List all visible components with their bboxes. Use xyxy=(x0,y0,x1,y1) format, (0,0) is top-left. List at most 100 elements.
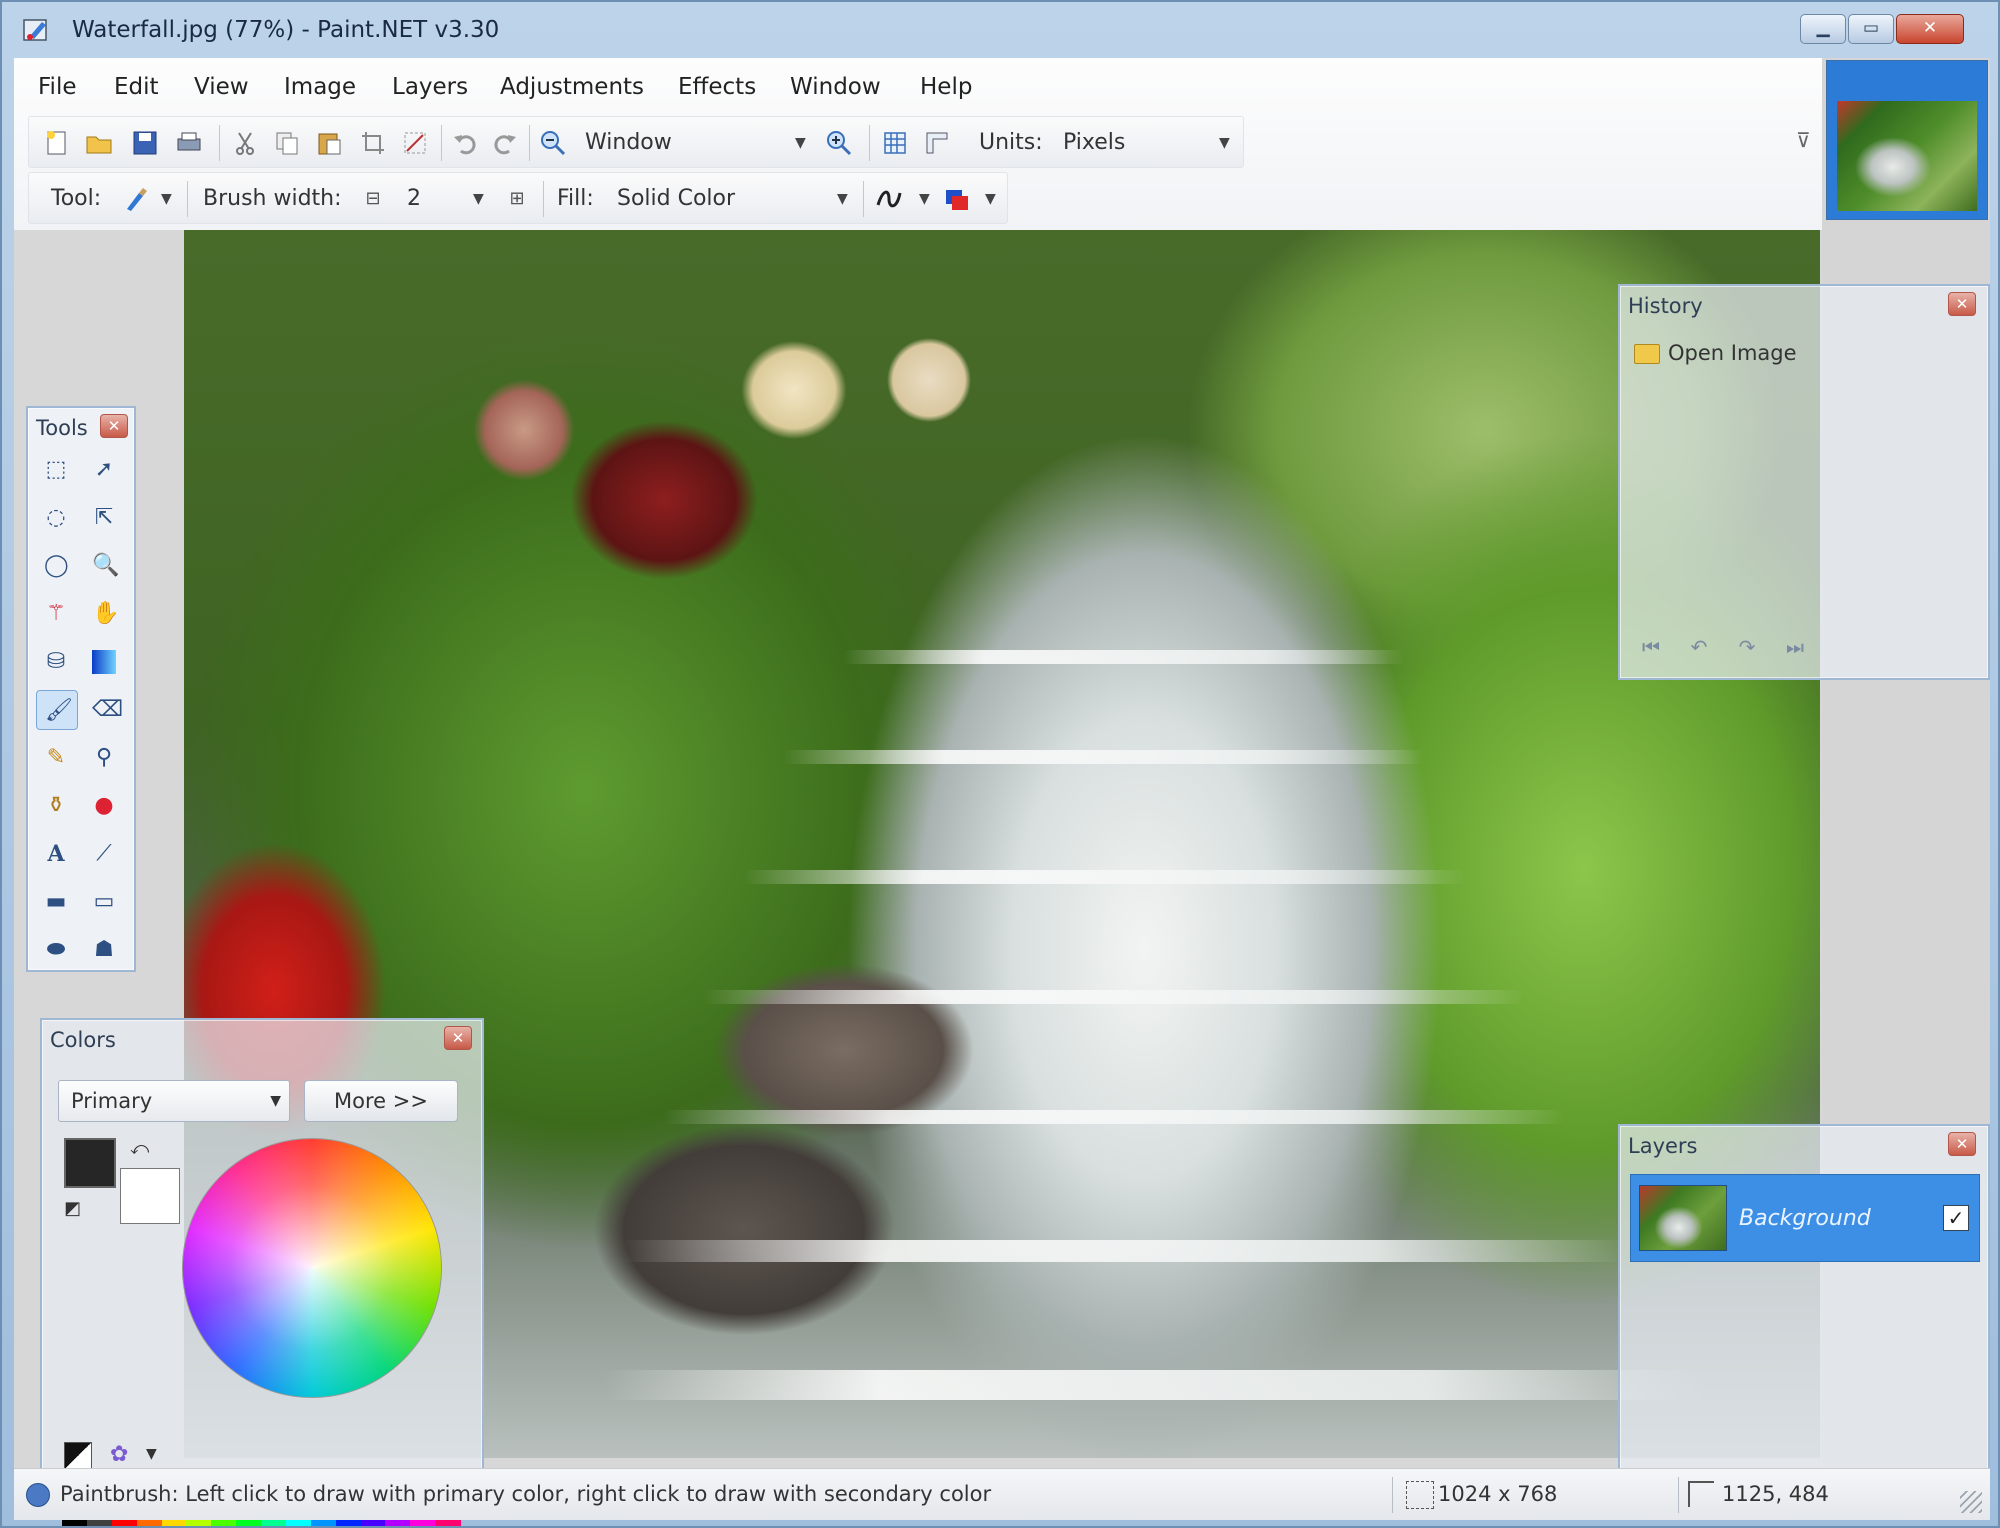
more-colors-button[interactable]: More >> xyxy=(304,1080,458,1122)
fill-select[interactable]: Solid Color xyxy=(617,183,735,215)
palette-menu-icon[interactable]: ✿ xyxy=(110,1442,140,1470)
move-selected-tool[interactable]: ➚ xyxy=(84,450,126,490)
redo-icon[interactable] xyxy=(491,129,519,157)
save-icon[interactable] xyxy=(131,129,159,157)
text-icon: A xyxy=(47,841,65,867)
layer-item[interactable]: Background ✓ xyxy=(1630,1174,1980,1262)
brush-width-input[interactable]: 2 xyxy=(407,183,421,215)
separator xyxy=(219,125,220,161)
lasso-select-tool[interactable]: ◌ xyxy=(36,498,78,538)
increase-icon[interactable]: ⊞ xyxy=(503,185,531,213)
gradient-tool[interactable] xyxy=(84,642,126,682)
freeform-shape-tool[interactable]: ☗ xyxy=(84,930,126,970)
waterfall-highlight xyxy=(624,1240,1624,1262)
rounded-rectangle-tool[interactable]: ▭ xyxy=(84,882,126,922)
print-icon[interactable] xyxy=(175,129,203,157)
move-selection-tool[interactable]: ⇱ xyxy=(84,498,126,538)
zoom-dropdown-arrow[interactable]: ▼ xyxy=(795,129,806,157)
minimize-button[interactable]: ▁ xyxy=(1800,14,1846,44)
text-tool[interactable]: A xyxy=(36,834,78,874)
history-item[interactable]: Open Image xyxy=(1630,338,1980,370)
pencil-icon: ✎ xyxy=(46,745,66,770)
color-picker-tool[interactable]: ⚲ xyxy=(84,738,126,778)
menu-effects[interactable]: Effects xyxy=(678,70,756,104)
grid-icon[interactable] xyxy=(881,129,909,157)
menu-adjustments[interactable]: Adjustments xyxy=(500,70,644,104)
redo-icon[interactable]: ↷ xyxy=(1734,634,1760,660)
new-file-icon[interactable] xyxy=(43,129,71,157)
menu-view[interactable]: View xyxy=(194,70,249,104)
primary-color-swatch[interactable] xyxy=(64,1138,116,1188)
menu-file[interactable]: File xyxy=(38,70,77,104)
menu-help[interactable]: Help xyxy=(920,70,972,104)
zoom-in-icon[interactable] xyxy=(825,129,853,157)
recolor-tool[interactable]: ● xyxy=(84,786,126,826)
fill-dropdown-arrow[interactable]: ▼ xyxy=(837,185,848,213)
rulers-icon[interactable] xyxy=(923,129,951,157)
close-button[interactable]: ✕ xyxy=(1896,14,1964,44)
antialias-icon[interactable] xyxy=(875,185,903,213)
chevron-down-icon: ▼ xyxy=(270,1093,281,1109)
swap-colors-icon[interactable]: ⤺ xyxy=(130,1138,149,1159)
menu-layers[interactable]: Layers xyxy=(392,70,468,104)
image-thumbnail[interactable] xyxy=(1837,101,1977,211)
units-select[interactable]: Pixels xyxy=(1063,127,1125,159)
title-bar[interactable]: Waterfall.jpg (77%) - Paint.NET v3.30 ▁ … xyxy=(10,8,1994,52)
image-thumbnail-tab[interactable] xyxy=(1826,60,1988,220)
secondary-color-swatch[interactable] xyxy=(120,1168,180,1224)
menu-edit[interactable]: Edit xyxy=(114,70,159,104)
colors-close-button[interactable]: ✕ xyxy=(444,1026,472,1050)
antialias-dropdown-arrow[interactable]: ▼ xyxy=(919,185,930,213)
open-folder-icon[interactable] xyxy=(85,129,113,157)
toolbar-area: File Edit View Image Layers Adjustments … xyxy=(14,58,1822,230)
line-curve-tool[interactable]: ⟋ xyxy=(84,834,126,874)
rectangle-select-tool[interactable]: ⬚ xyxy=(36,450,78,490)
palette-default-icon[interactable] xyxy=(64,1442,92,1470)
blend-mode-icon[interactable] xyxy=(943,185,971,213)
window-title: Waterfall.jpg (77%) - Paint.NET v3.30 xyxy=(72,17,500,43)
reset-colors-icon[interactable]: ◩ xyxy=(64,1198,81,1219)
layer-visibility-checkbox[interactable]: ✓ xyxy=(1943,1205,1969,1231)
ellipse-select-tool[interactable]: ◯ xyxy=(36,546,78,586)
tools-close-button[interactable]: ✕ xyxy=(100,414,128,438)
paintbrush-icon[interactable] xyxy=(121,185,149,213)
menu-window[interactable]: Window xyxy=(790,70,881,104)
waterfall-highlight xyxy=(664,1110,1564,1124)
blend-mode-dropdown-arrow[interactable]: ▼ xyxy=(985,185,996,213)
history-close-button[interactable]: ✕ xyxy=(1948,292,1976,316)
undo-icon[interactable] xyxy=(451,129,479,157)
pin-icon[interactable]: ⊽ xyxy=(1796,128,1811,152)
zoom-select[interactable]: Window xyxy=(585,127,672,159)
decrease-icon[interactable]: ⊟ xyxy=(359,185,387,213)
units-dropdown-arrow[interactable]: ▼ xyxy=(1219,129,1230,157)
brush-width-dropdown-arrow[interactable]: ▼ xyxy=(473,185,484,213)
color-mode-select[interactable]: Primary ▼ xyxy=(58,1080,290,1122)
crop-icon[interactable] xyxy=(359,129,387,157)
paint-bucket-tool[interactable]: ⛁ xyxy=(36,642,78,682)
deselect-icon[interactable] xyxy=(401,129,429,157)
copy-icon[interactable] xyxy=(273,129,301,157)
zoom-out-icon[interactable] xyxy=(539,129,567,157)
undo-icon[interactable]: ↶ xyxy=(1686,634,1712,660)
paste-icon[interactable] xyxy=(315,129,343,157)
paintbrush-tool[interactable]: 🖌 xyxy=(36,690,78,730)
rectangle-tool[interactable]: ▬ xyxy=(36,882,78,922)
fast-forward-icon[interactable]: ⏭ xyxy=(1782,634,1808,660)
zoom-tool[interactable]: 🔍 xyxy=(84,546,126,586)
rewind-icon[interactable]: ⏮ xyxy=(1638,634,1664,660)
clone-stamp-tool[interactable]: ⚱ xyxy=(36,786,78,826)
eraser-tool[interactable]: ⌫ xyxy=(84,690,126,730)
menu-image[interactable]: Image xyxy=(284,70,356,104)
pan-tool[interactable]: ✋ xyxy=(84,594,126,634)
canvas-area[interactable]: Tools ✕ ⬚ ➚ ◌ ⇱ ◯ 🔍 ⚚ ✋ ⛁ 🖌 ⌫ ✎ ⚲ ⚱ ● A … xyxy=(14,230,1990,1526)
chevron-down-icon[interactable]: ▼ xyxy=(146,1446,157,1462)
magic-wand-tool[interactable]: ⚚ xyxy=(36,594,78,634)
pencil-tool[interactable]: ✎ xyxy=(36,738,78,778)
ellipse-tool[interactable]: ⬬ xyxy=(36,930,78,970)
color-wheel[interactable] xyxy=(182,1138,442,1398)
layers-close-button[interactable]: ✕ xyxy=(1948,1132,1976,1156)
tool-dropdown-arrow[interactable]: ▼ xyxy=(161,185,172,213)
resize-grip-icon[interactable] xyxy=(1960,1491,1982,1513)
maximize-button[interactable]: ▭ xyxy=(1848,14,1894,44)
cut-icon[interactable] xyxy=(231,129,259,157)
